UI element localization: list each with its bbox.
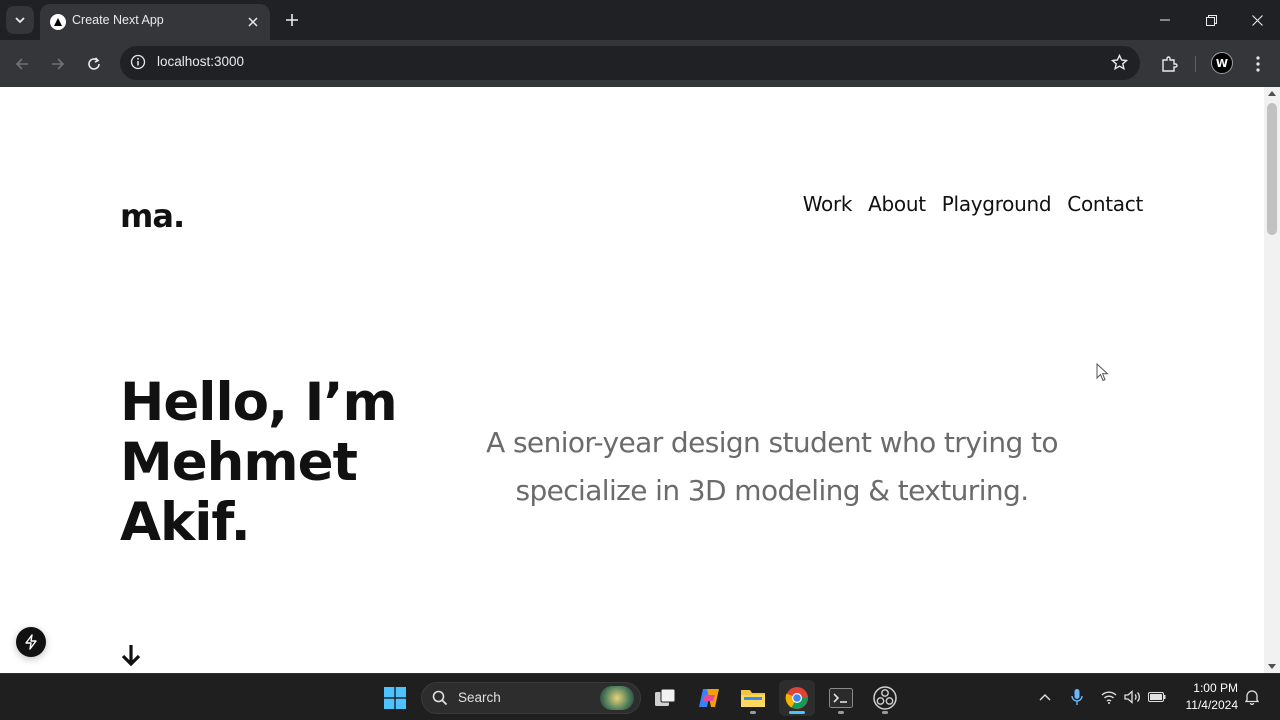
task-view-icon [655,688,676,706]
copilot-button[interactable] [691,680,727,716]
arrow-left-icon [15,58,28,70]
site-info-icon[interactable] [130,54,146,74]
tray-overflow-chevron-icon[interactable] [1036,688,1054,706]
taskbar-clock[interactable]: 1:00 PM 11/4/2024 [1180,680,1239,714]
running-indicator [882,711,888,714]
wifi-icon[interactable] [1100,688,1118,706]
site-logo[interactable]: ma. [120,197,185,235]
nextjs-dev-indicator-button[interactable] [16,627,46,657]
menu-kebab-icon[interactable] [1246,52,1270,76]
search-label: Search [458,690,501,705]
obs-icon [873,686,897,710]
restore-icon [1205,14,1217,26]
obs-button[interactable] [867,680,903,716]
mouse-cursor-icon [1096,362,1110,387]
nav-link-about[interactable]: About [868,192,926,216]
terminal-button[interactable] [823,680,859,716]
terminal-icon [829,688,853,708]
bookmark-star-icon[interactable] [1110,53,1129,75]
nextjs-favicon-icon [50,14,66,30]
clock-time: 1:00 PM [1193,681,1238,695]
tab-title: Create Next App [72,13,164,27]
new-tab-button[interactable] [282,10,302,30]
scrollbar-thumb[interactable] [1267,103,1277,235]
url-text: localhost:3000 [157,54,245,69]
arrow-right-icon [52,58,65,70]
taskbar-search[interactable]: Search [421,682,641,714]
close-window-button[interactable] [1234,0,1280,40]
nav-link-work[interactable]: Work [803,192,853,216]
tab-search-button[interactable] [6,6,34,34]
hero-subtitle: A senior-year design student who trying … [486,426,1058,507]
restore-button[interactable] [1188,0,1234,40]
forward-button[interactable] [44,50,72,78]
notification-bell-icon[interactable] [1243,688,1261,706]
windows-logo-icon [384,687,406,709]
scroll-down-arrow[interactable] [1268,664,1276,669]
nav-link-contact[interactable]: Contact [1067,192,1143,216]
scroll-up-arrow[interactable] [1268,91,1276,96]
windows-taskbar: Search 1:00 PM 11/4/2024 [0,673,1280,720]
copilot-icon [699,689,719,707]
clock-date: 11/4/2024 [1185,698,1239,712]
running-indicator [750,711,756,714]
microphone-icon[interactable] [1068,688,1086,706]
close-icon [1251,14,1263,26]
lightning-icon [25,634,37,650]
browser-toolbar: localhost:3000 [0,40,1280,87]
search-highlight-image [600,686,634,710]
site-nav: Work About Playground Contact [803,192,1144,216]
hero-title: Hello, I’m Mehmet Akif. [120,372,398,553]
scroll-down-arrow-icon[interactable] [120,643,142,671]
chevron-down-icon [15,17,25,24]
battery-icon[interactable] [1148,688,1166,706]
plus-icon [286,14,298,26]
profile-avatar[interactable]: W [1211,52,1233,74]
chrome-button[interactable] [779,680,815,716]
extensions-icon[interactable] [1157,52,1181,76]
nav-link-playground[interactable]: Playground [942,192,1052,216]
active-indicator [789,711,805,714]
page-viewport: ma. Work About Playground Contact Hello,… [0,87,1264,673]
chrome-icon [785,687,808,709]
volume-icon[interactable] [1124,688,1142,706]
start-button[interactable] [377,680,413,716]
address-bar[interactable]: localhost:3000 [120,46,1140,80]
minimize-icon [1160,19,1170,21]
back-button[interactable] [8,50,36,78]
browser-tab-bar: Create Next App [0,0,1280,40]
running-indicator [838,711,844,714]
toolbar-separator [1195,56,1196,72]
file-explorer-button[interactable] [735,680,771,716]
search-icon [432,690,448,706]
reload-icon [88,57,100,70]
reload-button[interactable] [80,50,108,78]
folder-icon [741,690,765,707]
page-scrollbar[interactable] [1264,87,1280,673]
minimize-button[interactable] [1142,0,1188,40]
browser-tab[interactable]: Create Next App [40,4,270,40]
task-view-button[interactable] [647,680,683,716]
tab-close-icon[interactable] [244,13,262,31]
